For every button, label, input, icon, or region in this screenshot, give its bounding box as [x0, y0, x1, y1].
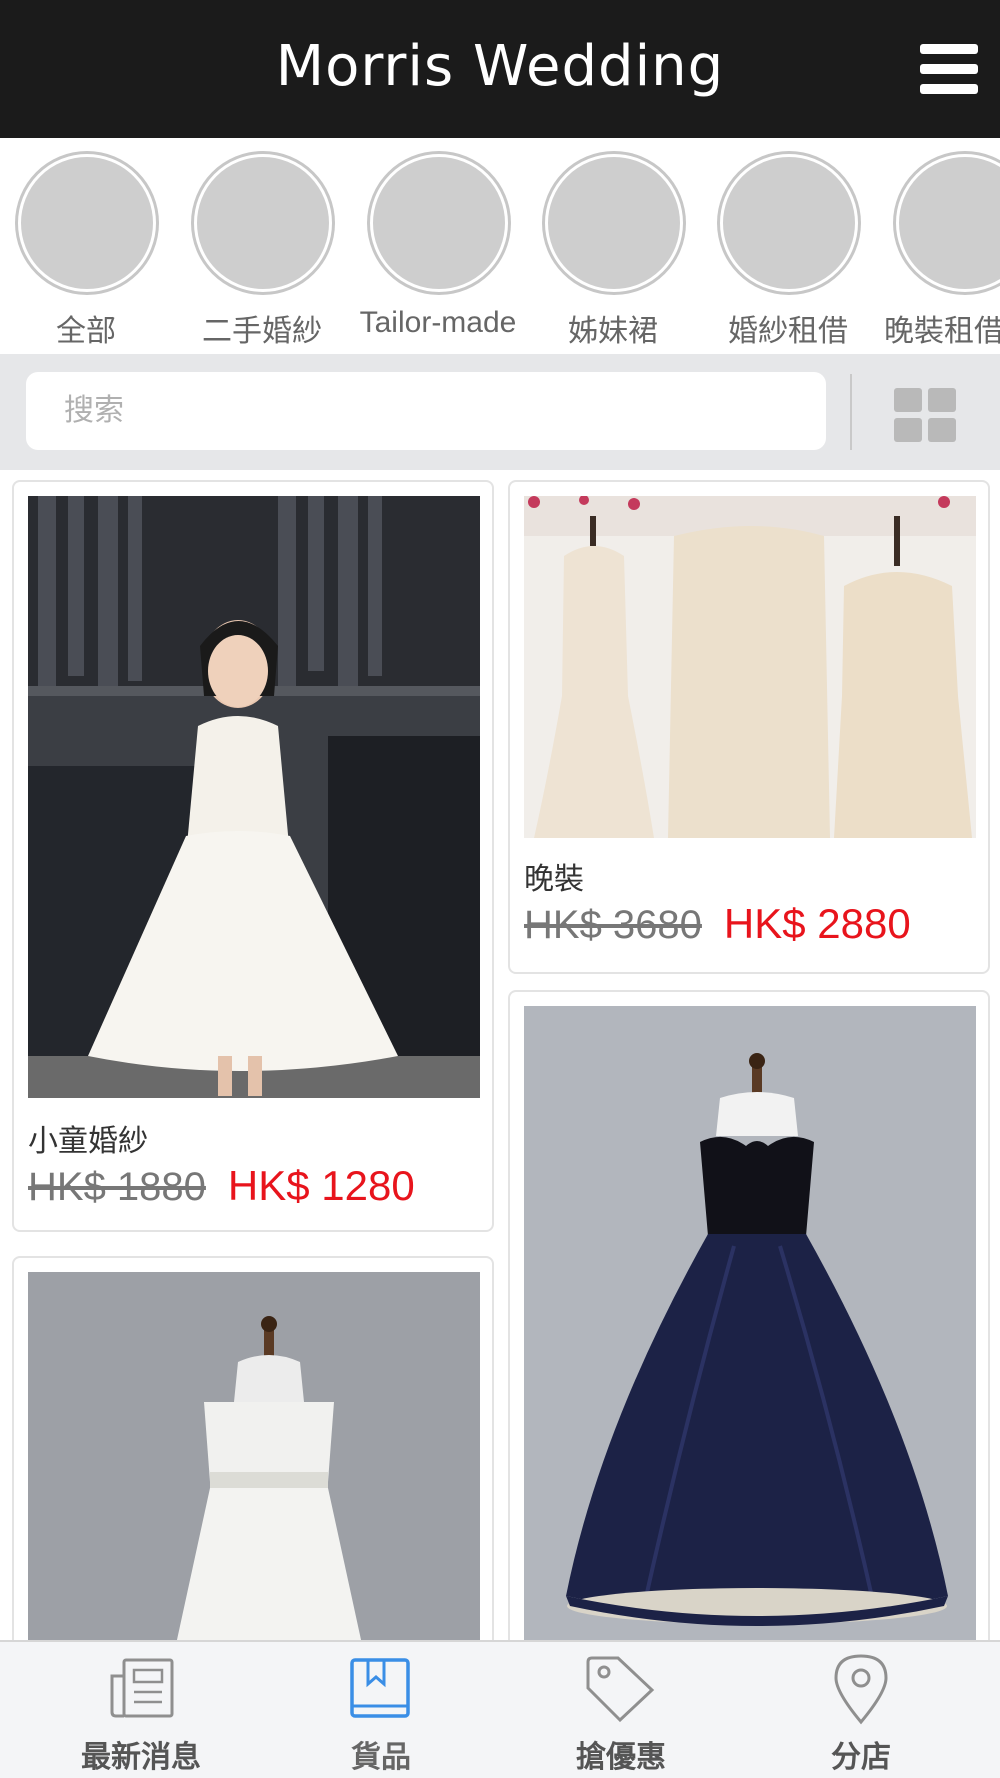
- category-label: 晚裝租借: [884, 315, 1000, 348]
- category-thumbnail: [18, 154, 156, 292]
- category-label: Tailor-made: [359, 306, 517, 339]
- product-card[interactable]: 晚裝 HK$ 3680 HK$ 2880: [508, 480, 990, 974]
- category-label: 全部: [56, 315, 116, 348]
- bottom-tab-bar: 最新消息 貨品 搶優惠 分店: [0, 1640, 1000, 1778]
- category-thumbnail: [194, 154, 332, 292]
- tab-label: 搶優惠: [576, 1741, 666, 1774]
- original-price: HK$ 3680: [524, 903, 702, 947]
- tab-news[interactable]: 最新消息: [16, 1642, 266, 1778]
- category-gown-rental[interactable]: 婚紗租借: [708, 154, 868, 348]
- tab-label: 貨品: [351, 1741, 411, 1774]
- search-input[interactable]: [26, 372, 826, 450]
- category-thumbnail: [370, 154, 508, 292]
- category-label: 二手婚紗: [202, 315, 322, 348]
- app-header: Morris Wedding: [0, 0, 1000, 138]
- product-grid: 小童婚紗 HK$ 1880 HK$ 1280 晚裝 HK$ 3680 HK$ 2…: [0, 470, 1000, 1640]
- tag-icon: [496, 1652, 746, 1726]
- product-image: [28, 1272, 480, 1640]
- original-price: HK$ 1880: [28, 1165, 206, 1209]
- category-thumbnail: [545, 154, 683, 292]
- app-title: Morris Wedding: [275, 34, 725, 99]
- product-card[interactable]: 小童婚紗 HK$ 1880 HK$ 1280: [12, 480, 494, 1232]
- tab-deals[interactable]: 搶優惠: [496, 1642, 746, 1778]
- category-carousel: 全部 二手婚紗 Tailor-made 姊妹裙 婚紗租借 晚裝租借: [0, 138, 1000, 354]
- category-thumbnail: [720, 154, 858, 292]
- product-title: 小童婚紗: [28, 1125, 148, 1158]
- newspaper-icon: [16, 1652, 266, 1726]
- grid-view-icon[interactable]: [894, 388, 956, 442]
- hamburger-menu-icon[interactable]: [920, 44, 978, 96]
- tab-products[interactable]: 貨品: [256, 1642, 506, 1778]
- product-card[interactable]: [12, 1256, 494, 1640]
- search-bar: [0, 354, 1000, 470]
- category-second-hand-gowns[interactable]: 二手婚紗: [182, 154, 342, 348]
- product-title: 晚裝: [524, 863, 584, 896]
- divider: [850, 374, 852, 450]
- tab-branches[interactable]: 分店: [736, 1642, 986, 1778]
- product-image: [524, 1006, 976, 1640]
- category-tailor-made[interactable]: Tailor-made: [358, 154, 518, 344]
- price-row: HK$ 1880 HK$ 1280: [28, 1162, 415, 1210]
- product-card[interactable]: [508, 990, 990, 1640]
- book-icon: [256, 1652, 506, 1726]
- category-label: 姊妹裙: [568, 315, 658, 348]
- category-all[interactable]: 全部: [6, 154, 166, 348]
- category-thumbnail: [896, 154, 1000, 292]
- tab-label: 最新消息: [81, 1741, 201, 1774]
- location-pin-icon: [736, 1652, 986, 1726]
- product-image: [28, 496, 480, 1098]
- product-image: [524, 496, 976, 838]
- category-label: 婚紗租借: [728, 315, 848, 348]
- tab-label: 分店: [831, 1741, 891, 1774]
- category-evening-dress-rental[interactable]: 晚裝租借: [884, 154, 1000, 348]
- category-bridesmaid-dresses[interactable]: 姊妹裙: [533, 154, 693, 348]
- sale-price: HK$ 2880: [723, 900, 911, 947]
- price-row: HK$ 3680 HK$ 2880: [524, 900, 911, 948]
- sale-price: HK$ 1280: [227, 1162, 415, 1209]
